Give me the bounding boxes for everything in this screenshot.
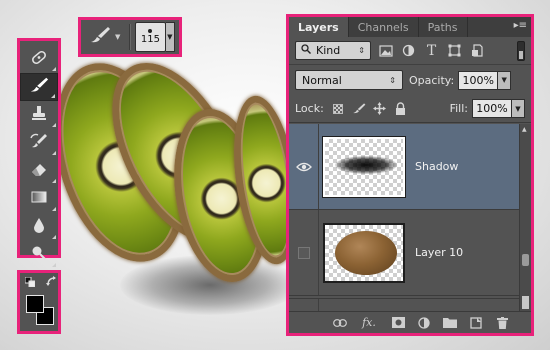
brush-size-dropdown-button[interactable]: ▼ [165,22,175,52]
gradient-tool[interactable] [20,185,58,213]
tools-panel [17,38,61,267]
type-layer-filter-icon[interactable]: T [423,42,440,59]
layer-filter-row: Kind ⇕ T [289,37,531,65]
adjustment-layer-icon[interactable] [417,316,431,330]
layer-style-fx-icon[interactable]: fx. [359,316,379,330]
blur-icon [32,216,46,238]
add-mask-icon[interactable] [391,316,405,330]
brush-size-value: 115 [140,34,160,45]
fill-dropdown-button[interactable]: ▼ [512,99,525,118]
eraser-icon [29,161,49,181]
lock-label: Lock: [295,102,324,115]
history-brush-icon [29,132,49,154]
lock-all-icon[interactable] [394,102,408,116]
shape-layer-filter-icon[interactable] [446,42,463,59]
color-swatches [17,270,61,334]
blend-mode-select[interactable]: Normal ⇕ [295,70,403,90]
brush-options-bar: ▼ 115 ▼ [78,17,182,57]
tab-paths[interactable]: Paths [419,17,468,37]
lock-position-icon[interactable] [373,102,387,116]
fill-field[interactable]: 100% [472,99,512,118]
layer-name: Layer 10 [415,246,464,259]
trash-icon[interactable] [495,316,509,330]
gradient-icon [30,189,48,209]
tab-channels[interactable]: Channels [349,17,419,37]
link-layers-icon[interactable] [333,316,347,330]
foreground-color-swatch[interactable] [26,295,44,313]
spot-healing-brush-icon [29,48,49,70]
layer-row-layer-10[interactable]: Layer 10 [289,210,519,296]
eraser-tool[interactable] [20,157,58,185]
divider [129,24,131,50]
brush-icon [89,26,111,48]
brush-size-picker[interactable]: 115 [135,22,166,52]
layers-footer: fx. [289,311,531,333]
filter-toggle[interactable] [517,40,525,61]
search-icon [301,44,311,57]
filter-kind-label: Kind [316,44,341,57]
smart-object-filter-icon[interactable] [469,42,486,59]
panel-menu-icon[interactable]: ▸≡ [514,20,527,31]
chevron-down-icon: ▼ [115,33,121,41]
eye-icon [295,157,312,176]
lock-row: Lock: Fill: 100% ▼ [289,95,531,123]
scroll-up-icon[interactable]: ▲ [522,126,527,133]
fill-label: Fill: [449,102,468,115]
dodge-tool[interactable] [20,241,58,269]
panel-tabs: Layers Channels Paths ▸≡ [289,17,531,37]
visibility-toggle[interactable] [289,124,319,209]
layer-name: Shadow [415,160,459,173]
filter-kind-select[interactable]: Kind ⇕ [295,41,371,60]
lock-transparent-pixels-icon[interactable] [331,102,345,116]
tool-preset-picker[interactable]: ▼ [85,23,124,51]
blend-mode-value: Normal [302,73,342,87]
layer-row-shadow[interactable]: Shadow [289,124,519,210]
layers-panel: Layers Channels Paths ▸≡ Kind ⇕ T Normal [286,14,534,336]
dodge-icon [30,244,48,266]
visibility-off-box [297,246,310,259]
adjustment-layer-filter-icon[interactable] [400,42,417,59]
new-group-icon[interactable] [443,316,457,330]
scroll-thumb[interactable] [522,254,529,266]
clone-stamp-tool[interactable] [20,101,58,129]
clone-stamp-icon [30,104,48,126]
pixel-layer-filter-icon[interactable] [377,42,394,59]
opacity-dropdown-button[interactable]: ▼ [498,70,512,90]
chevron-updown-icon: ⇕ [358,46,365,55]
layer-row-partial[interactable] [289,298,519,313]
history-brush-tool[interactable] [20,129,58,157]
spot-healing-brush-tool[interactable] [20,45,58,73]
blur-tool[interactable] [20,213,58,241]
chevron-updown-icon: ⇕ [389,75,396,85]
new-layer-icon[interactable] [469,316,483,330]
layer-thumbnail [323,222,405,283]
default-colors-icon[interactable] [24,276,36,290]
swap-colors-icon[interactable] [46,276,58,291]
layer-list: Shadow Layer 10 [289,124,519,312]
layer-thumbnail [322,135,406,198]
brush-tip-icon [148,29,153,33]
brush-icon [29,76,49,98]
blend-row: Normal ⇕ Opacity: 100% ▼ [289,65,531,95]
opacity-label: Opacity: [409,73,455,87]
brush-tool[interactable] [20,73,58,101]
opacity-field[interactable]: 100% [458,70,499,90]
layers-scrollbar[interactable]: ▲ [519,124,531,312]
visibility-toggle[interactable] [289,210,319,295]
tab-layers[interactable]: Layers [289,17,349,37]
scroll-down-area[interactable] [522,296,529,309]
lock-image-pixels-icon[interactable] [352,102,366,116]
